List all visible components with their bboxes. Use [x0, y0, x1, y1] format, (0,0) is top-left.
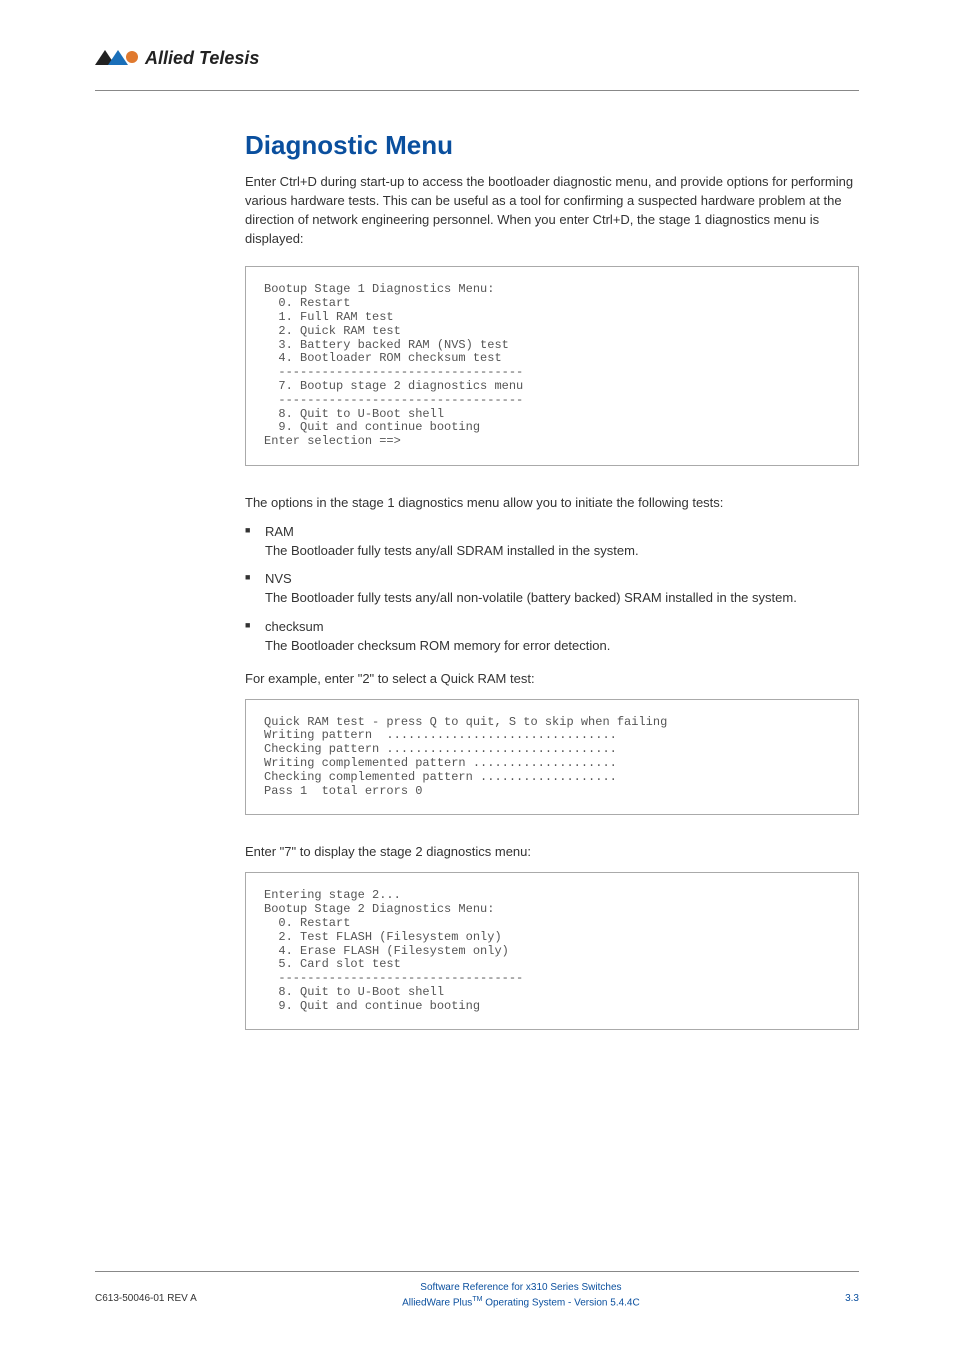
bullet-term: RAM [265, 524, 294, 539]
stage2-intro: Enter "7" to display the stage 2 diagnos… [245, 843, 859, 862]
options-list: RAM The Bootloader fully tests any/all S… [245, 523, 859, 656]
header-divider [95, 90, 859, 91]
list-item: RAM The Bootloader fully tests any/all S… [245, 523, 859, 561]
page-title: Diagnostic Menu [245, 130, 859, 161]
logo-icon [95, 48, 139, 69]
logo-text: Allied Telesis [145, 48, 259, 69]
list-item: NVS The Bootloader fully tests any/all n… [245, 570, 859, 608]
bullet-desc: The Bootloader fully tests any/all non-v… [265, 589, 859, 608]
list-item: checksum The Bootloader checksum ROM mem… [245, 618, 859, 656]
footer-page-number: 3.3 [845, 1280, 859, 1304]
footer-subtitle: AlliedWare PlusTM Operating System - Ver… [402, 1295, 640, 1310]
page-footer: C613-50046-01 REV A Software Reference f… [95, 1271, 859, 1310]
page-header: Allied Telesis [95, 48, 859, 77]
bullet-term: NVS [265, 571, 292, 586]
footer-center: Software Reference for x310 Series Switc… [402, 1280, 640, 1310]
trademark-icon: TM [472, 1296, 482, 1303]
bullet-desc: The Bootloader checksum ROM memory for e… [265, 637, 859, 656]
options-intro: The options in the stage 1 diagnostics m… [245, 494, 859, 513]
intro-paragraph: Enter Ctrl+D during start-up to access t… [245, 173, 859, 248]
brand-logo: Allied Telesis [95, 48, 259, 69]
bullet-desc: The Bootloader fully tests any/all SDRAM… [265, 542, 859, 561]
footer-docid: C613-50046-01 REV A [95, 1280, 197, 1304]
bullet-term: checksum [265, 619, 324, 634]
footer-divider [95, 1271, 859, 1272]
footer-title: Software Reference for x310 Series Switc… [402, 1280, 640, 1295]
main-content: Diagnostic Menu Enter Ctrl+D during star… [245, 130, 859, 1058]
example-intro: For example, enter "2" to select a Quick… [245, 670, 859, 689]
stage2-menu-codebox: Entering stage 2... Bootup Stage 2 Diagn… [245, 872, 859, 1030]
stage1-menu-codebox: Bootup Stage 1 Diagnostics Menu: 0. Rest… [245, 266, 859, 466]
quick-ram-test-codebox: Quick RAM test - press Q to quit, S to s… [245, 699, 859, 816]
